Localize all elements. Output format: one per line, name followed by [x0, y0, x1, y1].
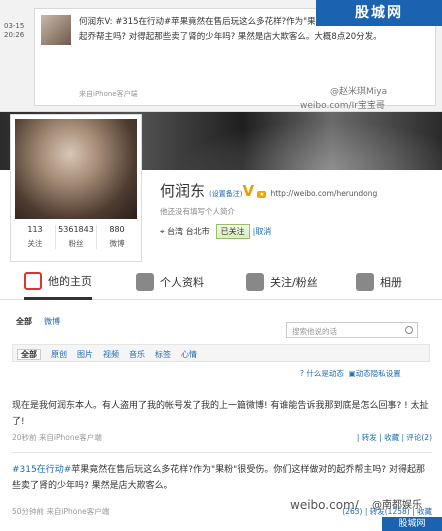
user-icon: [136, 273, 154, 291]
profile-location: 台湾 台北市: [167, 227, 210, 236]
post-text: #315在行动#苹果竟然在售后玩这么多花样?作为"果粉"很受伤。你们这样做对的起…: [12, 462, 432, 494]
post-source[interactable]: 来自iPhone客户端: [46, 507, 109, 516]
tab-follow[interactable]: 关注/粉丝: [246, 264, 318, 300]
stat-label: 微博: [109, 239, 125, 248]
follow-label: 已关注: [220, 227, 245, 236]
hashtag-link[interactable]: #315在行动#: [12, 465, 71, 475]
stat-number: 880: [109, 225, 125, 234]
post-source[interactable]: 来自iPhone客户端: [39, 433, 102, 442]
privacy-settings-link[interactable]: 动态隐私设置: [356, 369, 401, 378]
stat-label: 关注: [27, 239, 43, 248]
post-divider: [12, 452, 432, 453]
post-meta: 20秒前 来自iPhone客户端 | 转发 | 收藏 | 评论(2): [12, 432, 432, 443]
search-placeholder: 搜索他说的话: [292, 327, 337, 336]
tab-label: 他的主页: [48, 274, 92, 288]
heart-icon: [246, 273, 264, 291]
avatar[interactable]: [15, 119, 137, 219]
filter-all[interactable]: 全部: [17, 349, 41, 360]
watermark-handle: @赵米琪Miya: [330, 87, 388, 97]
post-actions[interactable]: | 转发 | 收藏 | 评论(2): [357, 432, 432, 443]
subtab-all[interactable]: 全部: [16, 317, 32, 326]
vip-icon: ★: [257, 191, 267, 198]
what-is-feed-link[interactable]: 什么是动态: [306, 369, 344, 378]
feed-meta-links: ? 什么是动态 ▣动态隐私设置: [300, 368, 401, 379]
tab-album[interactable]: 相册: [356, 264, 402, 300]
watermark-bottom-url: weibo.com/: [290, 498, 359, 512]
repost-avatar[interactable]: [41, 15, 71, 45]
site-logo-bottom: 股城网: [382, 517, 442, 531]
tab-label: 个人资料: [160, 276, 204, 289]
post-time[interactable]: 50分钟前: [12, 507, 44, 516]
profile-stats: 113 关注 5361843 粉丝 880 微博: [15, 225, 137, 249]
album-icon: [356, 273, 374, 291]
stat-number: 5361843: [58, 225, 94, 234]
feed-subtabs: 全部 微博: [16, 316, 72, 327]
tab-profile[interactable]: 个人资料: [136, 264, 204, 300]
followed-button[interactable]: 已关注: [215, 224, 250, 239]
cover-shade: [150, 112, 442, 170]
cancel-label: 取消: [255, 227, 272, 236]
profile-tabs: 他的主页 个人资料 关注/粉丝 相册: [0, 264, 442, 300]
profile-intro: 他还没有填写个人简介: [160, 207, 235, 216]
tab-label: 相册: [380, 276, 402, 289]
watermark-url: weibo.com/Ir宝宝哥: [300, 101, 385, 111]
stat-number: 113: [27, 225, 43, 234]
help-icon: ?: [300, 369, 304, 378]
profile-name: 何润东: [160, 182, 206, 200]
profile-url[interactable]: http://weibo.com/herundong: [270, 189, 377, 198]
repost-source[interactable]: 来自iPhone客户端: [79, 89, 138, 99]
avatar-card: 113 关注 5361843 粉丝 880 微博: [10, 114, 142, 262]
profile-location-row: ⌖ 台湾 台北市 已关注 |取消: [160, 224, 271, 239]
filter-original[interactable]: 原创: [51, 350, 67, 359]
filter-tag[interactable]: 标签: [155, 350, 171, 359]
lock-icon: ▣: [348, 369, 356, 378]
profile-section: 113 关注 5361843 粉丝 880 微博 何润东 (设置备注)V ★ http…: [0, 114, 442, 262]
subtab-weibo[interactable]: 微博: [44, 317, 60, 326]
post-text: 现在是我何润东本人。有人盗用了我的帐号发了我的上一篇微博! 有谁能告诉我那到底是…: [12, 401, 429, 427]
post-body: 苹果竟然在售后玩这么多花样?作为"果粉"很受伤。你们这样做对的起乔帮主吗? 对得…: [12, 465, 425, 491]
filter-music[interactable]: 音乐: [129, 350, 145, 359]
repost-area: 03-15 20:26 何润东V: #315在行动#苹果竟然在售后玩这么多花样?…: [0, 0, 442, 112]
search-icon[interactable]: [405, 326, 413, 334]
filter-bar: 全部 原创 图片 视频 音乐 标签 心情: [12, 344, 430, 362]
post-time[interactable]: 20秒前: [12, 433, 37, 442]
tab-home[interactable]: 他的主页: [24, 264, 92, 300]
filter-video[interactable]: 视频: [103, 350, 119, 359]
home-icon: [24, 271, 42, 290]
post-meta: 50分钟前 来自iPhone客户端 (263) | 转发(1258) | 收藏: [12, 506, 432, 517]
watermark-bottom-handle: @南都娱乐: [372, 500, 422, 511]
stat-weibo[interactable]: 880 微博: [97, 225, 137, 249]
set-remark-link[interactable]: (设置备注): [209, 190, 242, 198]
verified-icon: V: [242, 182, 255, 200]
site-logo-top: 股城网: [316, 0, 442, 26]
stat-label: 粉丝: [68, 239, 84, 248]
location-pin-icon: ⌖: [160, 227, 168, 236]
stat-fans[interactable]: 5361843 粉丝: [56, 225, 97, 249]
filter-image[interactable]: 图片: [77, 350, 93, 359]
unfollow-link[interactable]: |取消: [253, 227, 272, 236]
tab-label: 关注/粉丝: [270, 276, 318, 289]
stat-following[interactable]: 113 关注: [15, 225, 56, 249]
repost-time: 03-15 20:26: [4, 22, 25, 39]
search-input[interactable]: 搜索他说的话: [286, 322, 418, 338]
profile-name-row: 何润东 (设置备注)V ★ http://weibo.com/herundong: [160, 180, 377, 201]
filter-mood[interactable]: 心情: [181, 350, 197, 359]
